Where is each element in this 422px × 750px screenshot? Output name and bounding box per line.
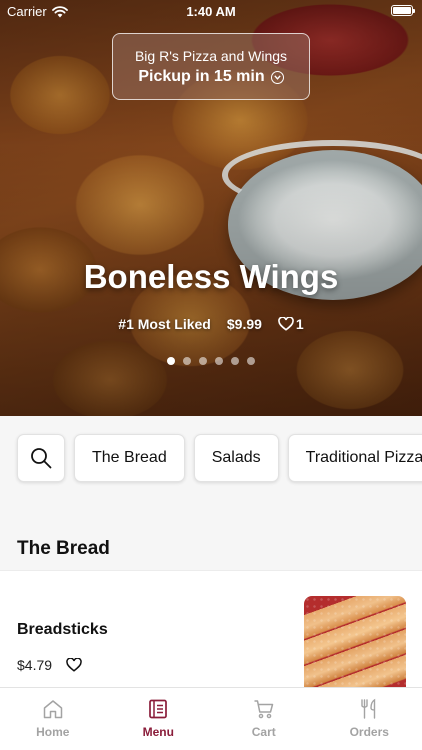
status-time: 1:40 AM <box>186 4 236 19</box>
carousel-dot[interactable] <box>215 357 223 365</box>
carousel-dot[interactable] <box>167 357 175 365</box>
tab-cart[interactable]: Cart <box>211 688 317 750</box>
carousel-dot[interactable] <box>231 357 239 365</box>
category-chip-traditional-pizza[interactable]: Traditional Pizza <box>287 434 422 482</box>
category-scroll[interactable]: The Bread Salads Traditional Pizza <box>17 434 422 482</box>
breadsticks-image <box>304 596 406 696</box>
tab-cart-label: Cart <box>251 725 276 739</box>
featured-likes[interactable]: 1 <box>278 316 304 332</box>
tab-orders[interactable]: Orders <box>317 688 422 750</box>
menu-item-name: Breadsticks <box>17 621 108 638</box>
chevron-down-icon <box>270 70 284 84</box>
carousel-dot[interactable] <box>247 357 255 365</box>
pickup-time: Pickup in 15 min <box>138 68 265 85</box>
search-button[interactable] <box>17 434 65 482</box>
featured-price: $9.99 <box>226 316 262 332</box>
section-title: The Bread <box>17 538 110 559</box>
featured-badge: #1 Most Liked <box>118 316 211 332</box>
featured-item-meta: #1 Most Liked $9.99 1 <box>0 316 422 332</box>
featured-item-title[interactable]: Boneless Wings <box>0 258 422 296</box>
category-chip-salads[interactable]: Salads <box>193 434 279 482</box>
search-icon <box>31 448 52 469</box>
menu-item-price-row: $4.79 <box>17 657 82 673</box>
heart-icon <box>278 317 294 331</box>
tab-orders-label: Orders <box>349 725 389 739</box>
tab-menu-label: Menu <box>142 725 174 739</box>
tab-menu[interactable]: Menu <box>106 688 212 750</box>
category-chip-the-bread[interactable]: The Bread <box>74 434 185 482</box>
tab-home[interactable]: Home <box>0 688 106 750</box>
cart-icon <box>254 700 273 719</box>
tab-bar: Home Menu Cart Orders <box>0 687 422 750</box>
hero-banner[interactable]: Carrier 1:40 AM Big R's Pizza and Wings … <box>0 0 422 416</box>
store-name: Big R's Pizza and Wings <box>134 48 288 64</box>
status-bar: Carrier 1:40 AM <box>0 0 422 22</box>
category-bar: The Bread Salads Traditional Pizza <box>0 416 422 500</box>
battery-icon <box>391 5 415 16</box>
menu-item-card[interactable]: Breadsticks $4.79 <box>0 570 422 700</box>
store-selector[interactable]: Big R's Pizza and Wings Pickup in 15 min <box>112 33 310 100</box>
carousel-dot[interactable] <box>183 357 191 365</box>
carousel-pagination[interactable] <box>0 357 422 365</box>
pickup-time-row: Pickup in 15 min <box>113 68 309 86</box>
tab-home-label: Home <box>36 725 70 739</box>
menu-item-price: $4.79 <box>17 657 53 673</box>
heart-icon[interactable] <box>66 658 82 672</box>
app-screen: Carrier 1:40 AM Big R's Pizza and Wings … <box>0 0 422 750</box>
carousel-dot[interactable] <box>199 357 207 365</box>
likes-count: 1 <box>295 316 304 332</box>
home-icon <box>43 700 62 719</box>
menu-icon <box>149 699 168 719</box>
orders-icon <box>361 698 376 719</box>
